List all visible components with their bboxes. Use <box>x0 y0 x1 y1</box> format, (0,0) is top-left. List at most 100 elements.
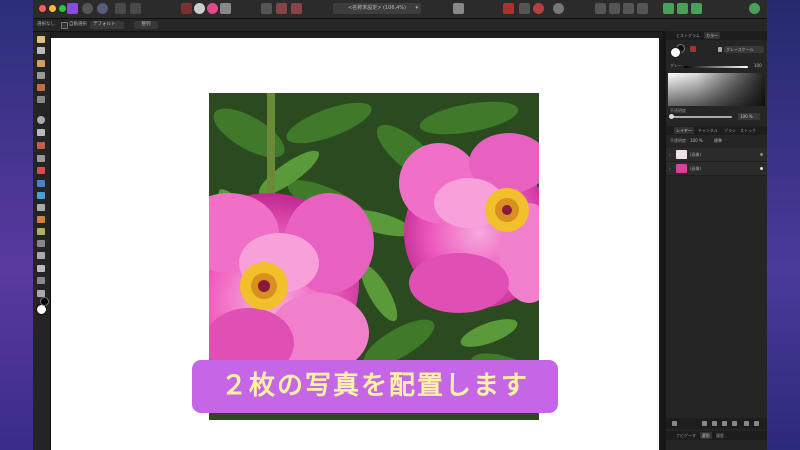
layer-dropdown[interactable]: デフォルト <box>90 21 124 29</box>
tone-mapping-persona-icon[interactable] <box>115 3 126 14</box>
auto-select-checkbox[interactable] <box>61 22 68 29</box>
pen-tool-icon[interactable] <box>37 240 45 247</box>
layers-footer <box>666 418 767 429</box>
chevron-right-icon[interactable]: › <box>669 166 671 171</box>
opacity-input[interactable]: 100 % <box>738 113 760 120</box>
mask-layer-icon[interactable] <box>712 421 717 426</box>
group-layers-icon[interactable] <box>744 421 749 426</box>
view-tool-icon[interactable] <box>181 3 192 14</box>
select-icon[interactable] <box>261 3 272 14</box>
chevron-down-icon: ▾ <box>415 5 418 11</box>
tab-stock[interactable]: ストック <box>738 127 758 134</box>
document-title-dropdown[interactable]: <名称未設定> (106.4%) ▾ <box>333 3 421 14</box>
visibility-icon[interactable] <box>760 153 763 156</box>
opacity-value: 100 % <box>740 114 753 119</box>
layer-dropdown-value: デフォルト <box>93 22 116 27</box>
dodge-tool-icon[interactable] <box>37 204 45 211</box>
color-mode-dropdown[interactable]: グレースケール <box>724 46 764 53</box>
add-pixel-layer-icon[interactable] <box>702 421 707 426</box>
fill-color-swatch[interactable] <box>670 47 681 58</box>
text-tool-icon[interactable] <box>37 265 45 272</box>
lock-color-icon[interactable] <box>718 47 722 52</box>
hand-tool-icon[interactable] <box>37 36 45 43</box>
gray-spectrum[interactable] <box>668 73 765 106</box>
assistant-icon[interactable] <box>553 3 564 14</box>
desktop-background-right <box>767 0 800 450</box>
photo-persona-icon[interactable] <box>67 3 78 14</box>
color-picker-icon[interactable] <box>37 277 45 284</box>
erase-tool-icon[interactable] <box>37 167 45 174</box>
layer-row[interactable]: › (画像) <box>666 148 767 162</box>
close-window-button[interactable] <box>39 5 46 12</box>
move-tool-icon[interactable] <box>37 47 45 54</box>
adjustment-icon[interactable] <box>220 3 231 14</box>
liquify-persona-icon[interactable] <box>82 3 93 14</box>
lock-icon[interactable] <box>595 3 606 14</box>
eyedropper-icon[interactable] <box>690 46 696 52</box>
tab-transform[interactable]: 変形 <box>700 432 712 439</box>
secondary-color-swatch[interactable] <box>40 297 49 306</box>
marquee-icon[interactable] <box>276 3 287 14</box>
contrast-icon[interactable] <box>194 3 205 14</box>
selection-brush-icon[interactable] <box>37 84 45 91</box>
document-canvas[interactable]: ２枚の写真を配置します <box>51 38 659 450</box>
boolean-add-icon[interactable] <box>663 3 674 14</box>
arrange-icon[interactable] <box>453 3 464 14</box>
chevron-right-icon[interactable]: › <box>669 152 671 157</box>
tab-color[interactable]: カラー <box>704 32 720 39</box>
tab-channels[interactable]: チャンネル <box>696 127 720 134</box>
layer-row[interactable]: › (画像) <box>666 162 767 176</box>
tab-layers[interactable]: レイヤー <box>674 127 694 134</box>
marquee-tool-icon[interactable] <box>37 116 45 124</box>
gradient-tool-icon[interactable] <box>37 192 45 199</box>
boolean-subtract-icon[interactable] <box>677 3 688 14</box>
clone-tool-icon[interactable] <box>37 216 45 223</box>
unlock-icon[interactable] <box>609 3 620 14</box>
freehand-select-icon[interactable] <box>37 129 45 136</box>
tab-brushes[interactable]: ブラシ <box>722 127 738 134</box>
delete-layer-icon[interactable] <box>754 421 759 426</box>
tab-navigator[interactable]: ナビゲータ <box>674 432 698 439</box>
selection-status: 選択なし <box>37 22 55 27</box>
tab-histogram[interactable]: ヒストグラム <box>674 32 702 39</box>
pixel-tool-icon[interactable] <box>37 155 45 162</box>
crop-icon[interactable] <box>291 3 302 14</box>
visibility-icon[interactable] <box>760 167 763 170</box>
gray-slider[interactable] <box>684 66 748 68</box>
live-filter-icon[interactable] <box>732 421 737 426</box>
snapping-icon[interactable] <box>503 3 514 14</box>
paint-brush-tool-icon[interactable] <box>37 60 45 67</box>
color-wheel-icon[interactable] <box>207 3 218 14</box>
opacity-slider[interactable] <box>672 116 732 118</box>
develop-persona-icon[interactable] <box>97 3 108 14</box>
flood-select-icon[interactable] <box>37 96 45 103</box>
layer-flip-icon[interactable] <box>637 3 648 14</box>
layer-opacity-value[interactable]: 100 % <box>690 138 703 143</box>
gray-value: 100 <box>754 63 762 68</box>
export-persona-icon[interactable] <box>130 3 141 14</box>
fill-tool-icon[interactable] <box>37 180 45 187</box>
layer-thumbnail <box>676 164 687 173</box>
shape-tool-icon[interactable] <box>37 252 45 259</box>
brush-tool-icon[interactable] <box>37 142 45 149</box>
boolean-intersect-icon[interactable] <box>691 3 702 14</box>
document-title: <名称未設定> (106.4%) <box>348 5 406 11</box>
layer-opacity-label: 不透明度 <box>670 138 686 143</box>
healing-tool-icon[interactable] <box>37 228 45 235</box>
opacity-slider-knob[interactable] <box>669 114 674 119</box>
color-mode-value: グレースケール <box>726 47 754 52</box>
user-account-icon[interactable] <box>749 3 760 14</box>
tab-history[interactable]: 履歴 <box>714 432 726 439</box>
zoom-tool-icon[interactable] <box>37 290 45 297</box>
crop-tool-icon[interactable] <box>37 72 45 79</box>
blend-mode-dropdown[interactable]: 標準 <box>714 138 722 144</box>
layer-settings-icon[interactable] <box>672 421 677 426</box>
record-icon[interactable] <box>533 3 544 14</box>
minimize-window-button[interactable] <box>49 5 56 12</box>
mask-icon[interactable] <box>519 3 530 14</box>
layer-order-icon[interactable] <box>623 3 634 14</box>
zoom-window-button[interactable] <box>59 5 66 12</box>
app-window: <名称未設定> (106.4%) ▾ 選択なし 自動選択 デフォルト 整列 ２枚… <box>33 0 767 450</box>
adjustment-layer-icon[interactable] <box>722 421 727 426</box>
align-button[interactable]: 整列 <box>134 21 158 29</box>
